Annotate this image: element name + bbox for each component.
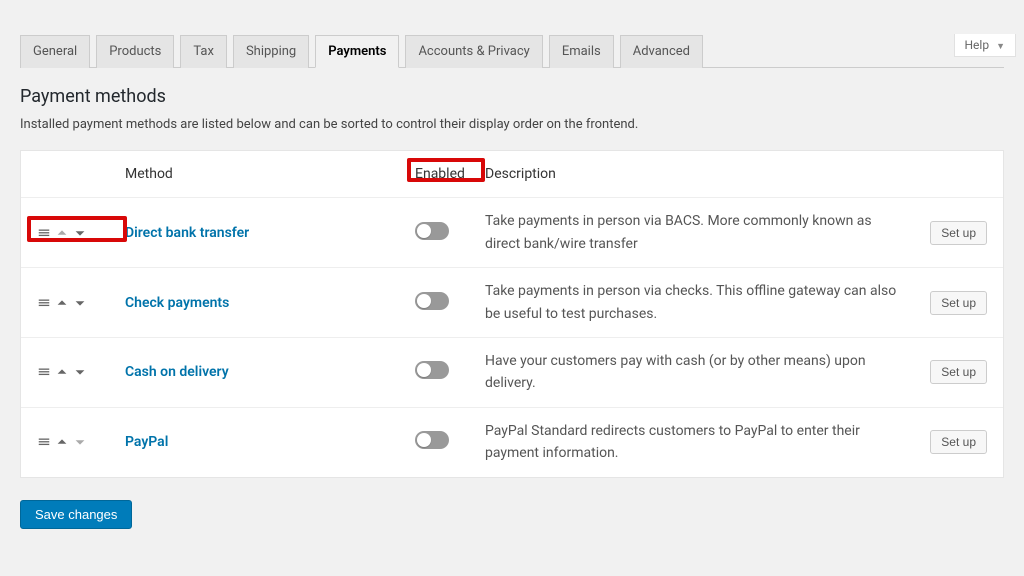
col-enabled-header: Enabled xyxy=(415,166,485,182)
move-down-icon[interactable] xyxy=(73,296,87,310)
col-method-header: Method xyxy=(125,166,415,182)
move-up-icon[interactable] xyxy=(55,435,69,449)
table-row: Cash on delivery Have your customers pay… xyxy=(21,338,1003,408)
enable-toggle[interactable] xyxy=(415,361,449,379)
help-tab[interactable]: Help ▼ xyxy=(954,34,1017,57)
move-down-icon[interactable] xyxy=(73,365,87,379)
method-description: PayPal Standard redirects customers to P… xyxy=(485,420,917,465)
tab-emails[interactable]: Emails xyxy=(549,35,614,68)
help-label: Help xyxy=(965,38,990,52)
setup-button[interactable]: Set up xyxy=(930,221,987,245)
tab-payments[interactable]: Payments xyxy=(315,35,399,68)
tab-products[interactable]: Products xyxy=(96,35,174,68)
table-row: Direct bank transfer Take payments in pe… xyxy=(21,198,1003,268)
setup-button[interactable]: Set up xyxy=(930,430,987,454)
move-down-icon[interactable] xyxy=(73,435,87,449)
method-description: Take payments in person via BACS. More c… xyxy=(485,210,917,255)
tab-tax[interactable]: Tax xyxy=(180,35,227,68)
table-row: PayPal PayPal Standard redirects custome… xyxy=(21,408,1003,477)
setup-button[interactable]: Set up xyxy=(930,291,987,315)
tab-shipping[interactable]: Shipping xyxy=(233,35,309,68)
method-description: Have your customers pay with cash (or by… xyxy=(485,350,917,395)
tab-advanced[interactable]: Advanced xyxy=(620,35,703,68)
method-link-paypal[interactable]: PayPal xyxy=(125,434,168,450)
enable-toggle[interactable] xyxy=(415,222,449,240)
drag-handle-icon[interactable] xyxy=(37,226,51,240)
table-row: Check payments Take payments in person v… xyxy=(21,268,1003,338)
move-up-icon[interactable] xyxy=(55,226,69,240)
table-header: Method Enabled Description xyxy=(21,151,1003,198)
drag-handle-icon[interactable] xyxy=(37,296,51,310)
move-down-icon[interactable] xyxy=(73,226,87,240)
move-up-icon[interactable] xyxy=(55,296,69,310)
method-link-cheque[interactable]: Check payments xyxy=(125,295,229,311)
move-up-icon[interactable] xyxy=(55,365,69,379)
col-description-header: Description xyxy=(485,163,917,185)
method-description: Take payments in person via checks. This… xyxy=(485,280,917,325)
drag-handle-icon[interactable] xyxy=(37,435,51,449)
method-link-bacs[interactable]: Direct bank transfer xyxy=(125,225,249,241)
drag-handle-icon[interactable] xyxy=(37,365,51,379)
tab-accounts-privacy[interactable]: Accounts & Privacy xyxy=(405,35,542,68)
caret-down-icon: ▼ xyxy=(996,42,1005,52)
page-title: Payment methods xyxy=(20,86,1004,107)
settings-tabs: General Products Tax Shipping Payments A… xyxy=(20,34,1004,68)
page-description: Installed payment methods are listed bel… xyxy=(20,117,1004,132)
tab-general[interactable]: General xyxy=(20,35,90,68)
enable-toggle[interactable] xyxy=(415,431,449,449)
enable-toggle[interactable] xyxy=(415,292,449,310)
setup-button[interactable]: Set up xyxy=(930,360,987,384)
payment-methods-table: Method Enabled Description Direct bank t… xyxy=(20,150,1004,478)
save-changes-button[interactable]: Save changes xyxy=(20,500,132,529)
method-link-cod[interactable]: Cash on delivery xyxy=(125,364,229,380)
